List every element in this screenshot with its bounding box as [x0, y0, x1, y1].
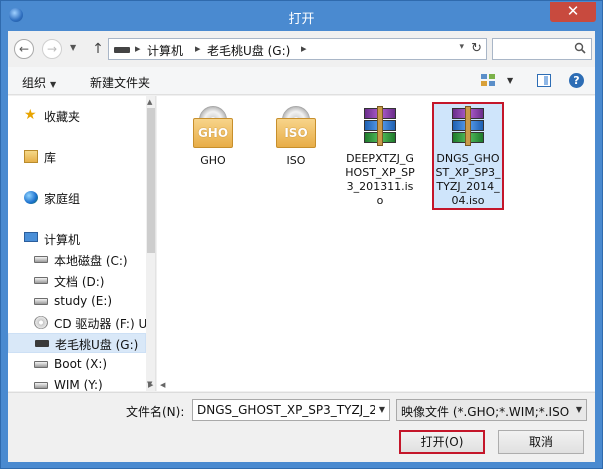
chevron-down-icon[interactable]: ▼: [507, 76, 513, 85]
file-item-gho-folder[interactable]: GHO GHO: [177, 106, 249, 168]
folder-badge: ISO: [276, 118, 316, 148]
filename-label: 文件名(N):: [126, 405, 185, 419]
sidebar-item-drive-e[interactable]: study (E:): [8, 292, 146, 312]
filetype-value: 映像文件 (*.GHO;*.WIM;*.ISO: [401, 405, 570, 419]
cd-drive-icon: [34, 316, 48, 329]
drive-icon: [34, 298, 48, 305]
window-title: 打开: [288, 12, 315, 27]
breadcrumb-computer[interactable]: 计算机: [147, 42, 183, 59]
chevron-down-icon: ▼: [50, 80, 57, 89]
chevron-down-icon[interactable]: ▼: [375, 400, 389, 420]
archive-icon: [450, 106, 486, 146]
dialog-client: ← → ▼ ↑ ▸ 计算机 ▸ 老毛桃U盘 (G:) ▸ ▾ ↻ 组织 ▼ 新建…: [8, 31, 595, 462]
sidebar-item-drive-g[interactable]: 老毛桃U盘 (G:): [8, 333, 146, 353]
sidebar-item-label: 文档 (D:): [54, 275, 105, 289]
sidebar-item-label: study (E:): [54, 294, 113, 308]
up-icon[interactable]: ↑: [91, 40, 105, 58]
chevron-down-icon[interactable]: ▾: [459, 42, 464, 52]
sidebar-item-label: 家庭组: [44, 192, 81, 206]
sidebar-item-homegroup[interactable]: 家庭组: [8, 188, 146, 208]
close-button[interactable]: ✕: [550, 2, 596, 22]
computer-icon: [24, 232, 38, 242]
back-button[interactable]: ←: [14, 39, 34, 59]
file-name: DEEPXTZJ_GHOST_XP_SP3_201311.iso: [345, 152, 415, 207]
scroll-up-icon[interactable]: ▲: [147, 98, 152, 106]
sidebar-item-drive-x[interactable]: Boot (X:): [8, 355, 146, 375]
library-icon: [24, 150, 38, 163]
folder-icon: GHO: [193, 106, 233, 148]
sidebar-item-drive-c[interactable]: 本地磁盘 (C:): [8, 250, 146, 270]
sidebar-item-favorites[interactable]: ★ 收藏夹: [8, 106, 146, 126]
sidebar-item-label: 老毛桃U盘 (G:): [55, 338, 139, 352]
breadcrumb-usb-drive[interactable]: 老毛桃U盘 (G:): [207, 42, 290, 59]
view-options-icon[interactable]: [481, 74, 495, 87]
folder-icon: ISO: [276, 106, 316, 148]
open-dialog-window: 打开 ✕ ← → ▼ ↑ ▸ 计算机 ▸ 老毛桃U盘 (G:) ▸ ▾ ↻ 组织…: [0, 0, 603, 469]
drive-icon: [114, 47, 130, 53]
file-item-deepxtzj-iso[interactable]: DEEPXTZJ_GHOST_XP_SP3_201311.iso: [344, 106, 416, 208]
chevron-down-icon[interactable]: ▼: [572, 400, 586, 420]
file-name: ISO: [286, 154, 306, 167]
file-item-iso-folder[interactable]: ISO ISO: [260, 106, 332, 168]
command-toolbar: 组织 ▼ 新建文件夹 ▼ ?: [8, 67, 595, 95]
sidebar-item-computer[interactable]: 计算机: [8, 229, 146, 249]
folder-badge: GHO: [193, 118, 233, 148]
file-name: DNGS_GHOST_XP_SP3_TYZJ_2014_04.iso: [435, 152, 501, 207]
file-name: GHO: [200, 154, 226, 167]
organize-label: 组织: [22, 76, 47, 90]
file-list: GHO GHO ISO ISO DEEPXTZJ_GHOST_XP_SP3_20…: [157, 96, 595, 391]
sidebar-item-label: Boot (X:): [54, 357, 108, 371]
sidebar-item-drive-y[interactable]: WIM (Y:): [8, 376, 146, 391]
scroll-left-icon[interactable]: ◀: [160, 381, 165, 389]
forward-button[interactable]: →: [42, 39, 62, 59]
breadcrumb-separator[interactable]: ▸: [195, 42, 201, 55]
search-input[interactable]: [492, 38, 592, 60]
recent-locations-icon[interactable]: ▼: [70, 43, 80, 53]
drive-icon: [34, 256, 48, 263]
search-icon: [574, 42, 586, 54]
sidebar-item-label: 收藏夹: [44, 110, 81, 124]
sidebar-item-label: 库: [44, 151, 57, 165]
address-bar[interactable]: ▸ 计算机 ▸ 老毛桃U盘 (G:) ▸ ▾ ↻: [108, 38, 487, 60]
open-button[interactable]: 打开(O): [399, 430, 485, 454]
drive-icon: [34, 361, 48, 368]
filename-input[interactable]: DNGS_GHOST_XP_SP3_TYZJ_20 ▼: [192, 399, 390, 421]
sidebar-item-libraries[interactable]: 库: [8, 147, 146, 167]
preview-pane-icon[interactable]: [537, 74, 551, 87]
drive-icon: [34, 382, 48, 389]
sidebar-item-label: WIM (Y:): [54, 378, 103, 391]
sidebar-item-label: 本地磁盘 (C:): [54, 254, 128, 268]
filename-value: DNGS_GHOST_XP_SP3_TYZJ_20: [197, 403, 385, 417]
filetype-select[interactable]: 映像文件 (*.GHO;*.WIM;*.ISO ▼: [396, 399, 587, 421]
new-folder-button[interactable]: 新建文件夹: [90, 74, 150, 91]
file-item-dngs-iso[interactable]: DNGS_GHOST_XP_SP3_TYZJ_2014_04.iso: [432, 102, 504, 210]
sidebar-item-label: 计算机: [44, 233, 81, 247]
dialog-footer: ▶ ◀ 文件名(N): DNGS_GHOST_XP_SP3_TYZJ_20 ▼ …: [8, 381, 595, 462]
sidebar-item-drive-f[interactable]: CD 驱动器 (F:) U: [8, 313, 148, 333]
scroll-right-icon[interactable]: ▶: [148, 381, 153, 389]
cancel-button[interactable]: 取消: [498, 430, 584, 454]
usb-drive-icon: [35, 340, 49, 347]
breadcrumb-separator[interactable]: ▸: [301, 42, 307, 55]
navigation-scrollbar[interactable]: ▲ ▼: [146, 96, 155, 391]
star-icon: ★: [24, 107, 37, 123]
archive-icon: [362, 106, 398, 146]
homegroup-icon: [24, 191, 38, 204]
title-bar[interactable]: 打开 ✕: [1, 1, 602, 31]
organize-menu[interactable]: 组织 ▼: [22, 74, 56, 91]
breadcrumb-separator[interactable]: ▸: [135, 42, 141, 55]
refresh-icon[interactable]: ↻: [471, 41, 482, 56]
sidebar-item-label: CD 驱动器 (F:) U: [54, 317, 148, 331]
scrollbar-thumb[interactable]: [147, 108, 155, 253]
help-icon[interactable]: ?: [569, 73, 584, 88]
navigation-bar: ← → ▼ ↑ ▸ 计算机 ▸ 老毛桃U盘 (G:) ▸ ▾ ↻: [8, 31, 595, 67]
sidebar-item-drive-d[interactable]: 文档 (D:): [8, 271, 146, 291]
navigation-pane: ★ 收藏夹 库 家庭组 计算机 本地磁盘 (C:) 文档 (D:) study …: [8, 96, 156, 391]
drive-icon: [34, 277, 48, 284]
